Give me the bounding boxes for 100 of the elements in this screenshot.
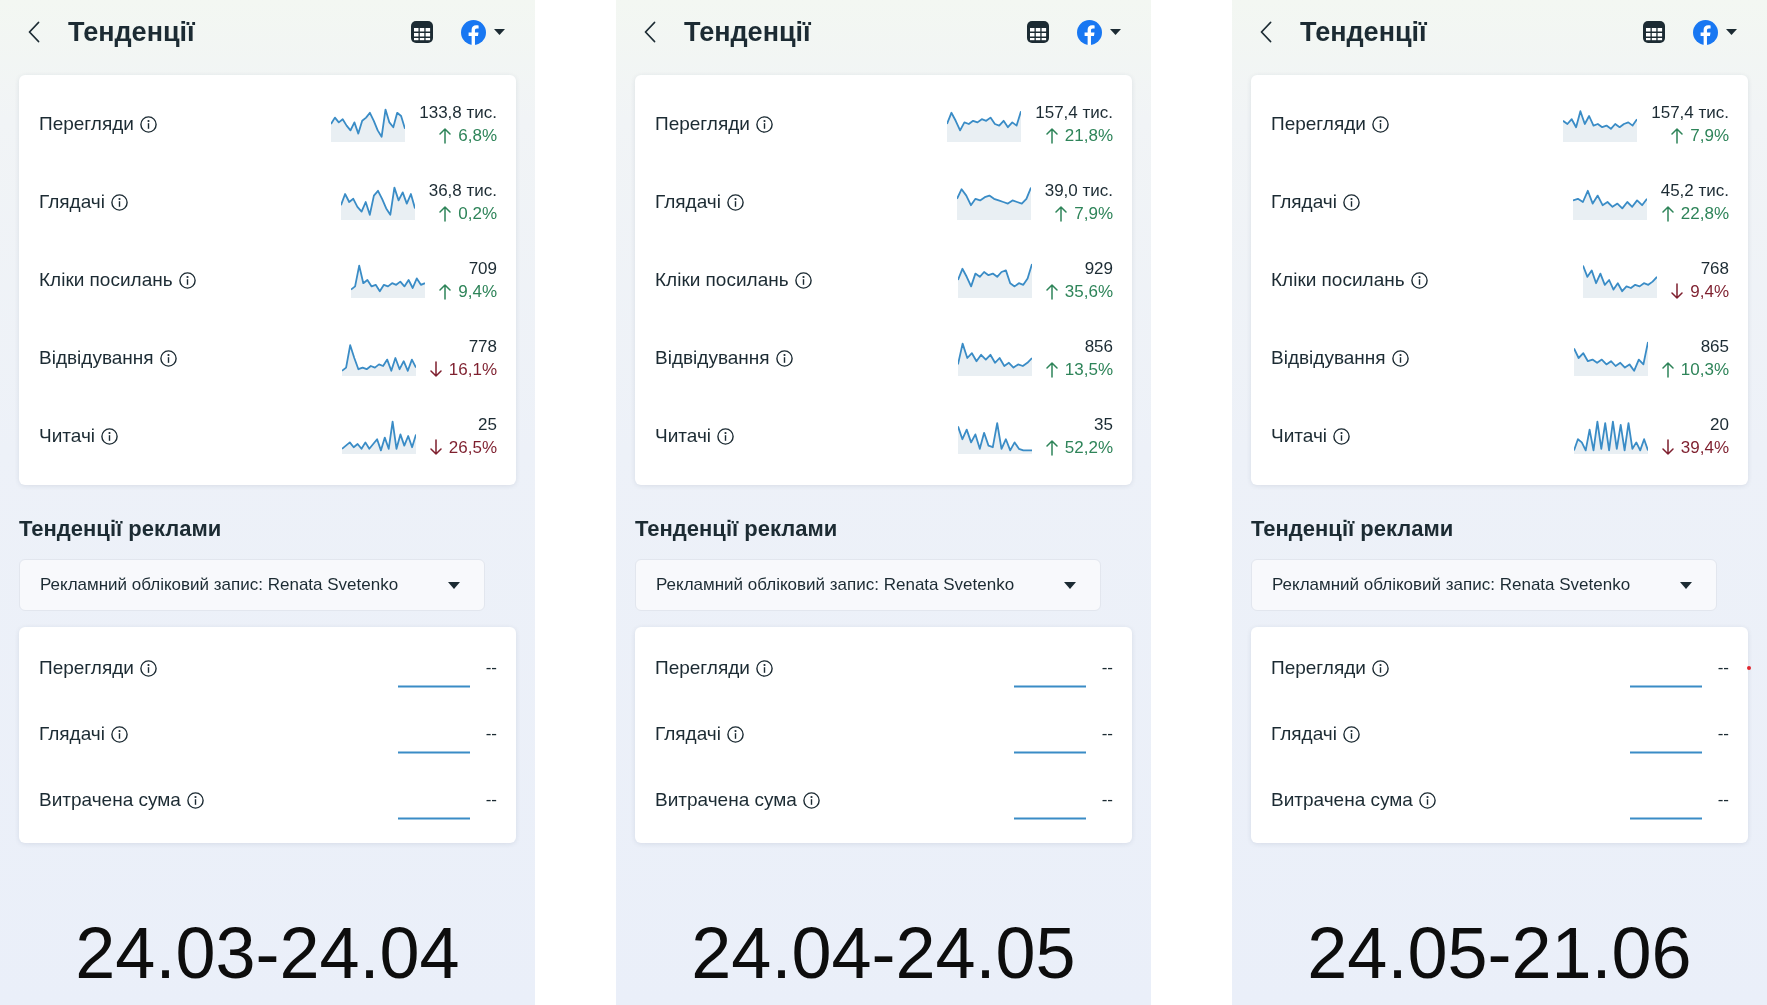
metric-value: 25 xyxy=(478,414,497,435)
account-dropdown[interactable]: Рекламний обліковий запис: Renata Svetenko xyxy=(1251,559,1717,611)
section-title: Тенденції реклами xyxy=(635,515,839,543)
metric-change: 16,1% xyxy=(448,359,497,380)
f-logo-icon xyxy=(1693,19,1718,45)
info-icon[interactable] xyxy=(726,193,744,211)
metric-label: Глядачі xyxy=(39,191,105,213)
info-icon[interactable] xyxy=(1333,427,1351,445)
info-icon[interactable] xyxy=(755,659,773,677)
info-icon[interactable] xyxy=(1371,115,1389,133)
table-button[interactable] xyxy=(1643,21,1665,43)
caret-down-icon xyxy=(1064,581,1076,589)
metric-value: -- xyxy=(1717,790,1729,810)
info-icon[interactable] xyxy=(186,791,204,809)
metric-label: Глядачі xyxy=(655,723,721,745)
info-icon[interactable] xyxy=(1371,659,1389,677)
info-icon[interactable] xyxy=(726,725,744,743)
info-icon[interactable] xyxy=(1342,193,1360,211)
account-dropdown[interactable]: Рекламний обліковий запис: Renata Svetenko xyxy=(19,559,485,611)
period-label: 24.03-24.04 xyxy=(74,913,461,993)
info-icon[interactable] xyxy=(1391,349,1409,367)
page-title: Тенденції xyxy=(68,16,195,48)
metric-value: 133,8 тис. xyxy=(419,102,497,123)
metric-value: 768 xyxy=(1700,258,1729,279)
metric-change: 35,6% xyxy=(1064,281,1113,302)
metric-value: 856 xyxy=(1084,336,1113,357)
info-icon[interactable] xyxy=(755,115,773,133)
metric-label: Перегляди xyxy=(39,657,134,679)
metric-label: Читачі xyxy=(655,425,712,447)
metric-value: 865 xyxy=(1700,336,1729,357)
metric-label: Перегляди xyxy=(39,113,134,135)
metric-label: Відвідування xyxy=(655,347,770,369)
table-button[interactable] xyxy=(1027,21,1049,43)
metric-value: 36,8 тис. xyxy=(428,180,497,201)
metric-label: Відвідування xyxy=(39,347,154,369)
caret-down-icon xyxy=(494,29,505,35)
info-icon[interactable] xyxy=(110,725,128,743)
chevron-left-icon xyxy=(1260,21,1272,43)
metric-change: 22,8% xyxy=(1680,203,1729,224)
info-icon[interactable] xyxy=(159,349,177,367)
account-dropdown[interactable]: Рекламний обліковий запис: Renata Svetenko xyxy=(635,559,1101,611)
info-icon[interactable] xyxy=(139,115,157,133)
info-icon[interactable] xyxy=(802,791,820,809)
info-icon[interactable] xyxy=(110,193,128,211)
caret-down-icon xyxy=(1110,29,1121,35)
info-icon[interactable] xyxy=(1410,271,1428,289)
info-icon[interactable] xyxy=(717,427,735,445)
metric-value: -- xyxy=(1717,658,1729,678)
metric-value: 157,4 тис. xyxy=(1651,102,1729,123)
metric-change: 26,5% xyxy=(448,437,497,458)
metric-label: Глядачі xyxy=(39,723,105,745)
metric-change: 10,3% xyxy=(1680,359,1729,380)
metric-change: 0,2% xyxy=(458,203,497,224)
metric-label: Глядачі xyxy=(1271,723,1337,745)
caret-down-icon xyxy=(1680,581,1692,589)
metric-value: -- xyxy=(1101,790,1113,810)
metric-change: 39,4% xyxy=(1680,437,1729,458)
account-switcher[interactable] xyxy=(1077,19,1121,45)
f-logo-icon xyxy=(461,19,486,45)
metric-change: 9,4% xyxy=(458,281,497,302)
metric-value: -- xyxy=(485,790,497,810)
caret-down-icon xyxy=(448,581,460,589)
info-icon[interactable] xyxy=(101,427,119,445)
metric-label: Перегляди xyxy=(1271,113,1366,135)
info-icon[interactable] xyxy=(1342,725,1360,743)
metric-value: -- xyxy=(485,658,497,678)
metric-value: 929 xyxy=(1084,258,1113,279)
metric-label: Перегляди xyxy=(655,113,750,135)
metric-change: 7,9% xyxy=(1074,203,1113,224)
info-icon[interactable] xyxy=(1418,791,1436,809)
metric-value: 39,0 тис. xyxy=(1044,180,1113,201)
metric-change: 6,8% xyxy=(458,125,497,146)
chevron-left-icon xyxy=(28,21,40,43)
metric-value: 778 xyxy=(468,336,497,357)
metric-label: Кліки посилань xyxy=(1271,269,1405,291)
metric-value: -- xyxy=(1101,724,1113,744)
account-switcher[interactable] xyxy=(461,19,505,45)
account-switcher[interactable] xyxy=(1693,19,1737,45)
metric-label: Перегляди xyxy=(655,657,750,679)
metric-label: Перегляди xyxy=(1271,657,1366,679)
page-title: Тенденції xyxy=(684,16,811,48)
metric-label: Глядачі xyxy=(1271,191,1337,213)
info-icon[interactable] xyxy=(139,659,157,677)
info-icon[interactable] xyxy=(775,349,793,367)
metric-value: 35 xyxy=(1094,414,1113,435)
caret-down-icon xyxy=(1726,29,1737,35)
info-icon[interactable] xyxy=(794,271,812,289)
metric-value: 45,2 тис. xyxy=(1660,180,1729,201)
section-title: Тенденції реклами xyxy=(1251,515,1455,543)
info-icon[interactable] xyxy=(178,271,196,289)
table-button[interactable] xyxy=(411,21,433,43)
metric-label: Кліки посилань xyxy=(39,269,173,291)
metric-change: 52,2% xyxy=(1064,437,1113,458)
metric-value: 20 xyxy=(1710,414,1729,435)
chevron-left-icon xyxy=(644,21,656,43)
page-title: Тенденції xyxy=(1300,16,1427,48)
period-label: 24.04-24.05 xyxy=(690,913,1077,993)
metric-value: 157,4 тис. xyxy=(1035,102,1113,123)
metric-change: 9,4% xyxy=(1690,281,1729,302)
metric-value: -- xyxy=(485,724,497,744)
